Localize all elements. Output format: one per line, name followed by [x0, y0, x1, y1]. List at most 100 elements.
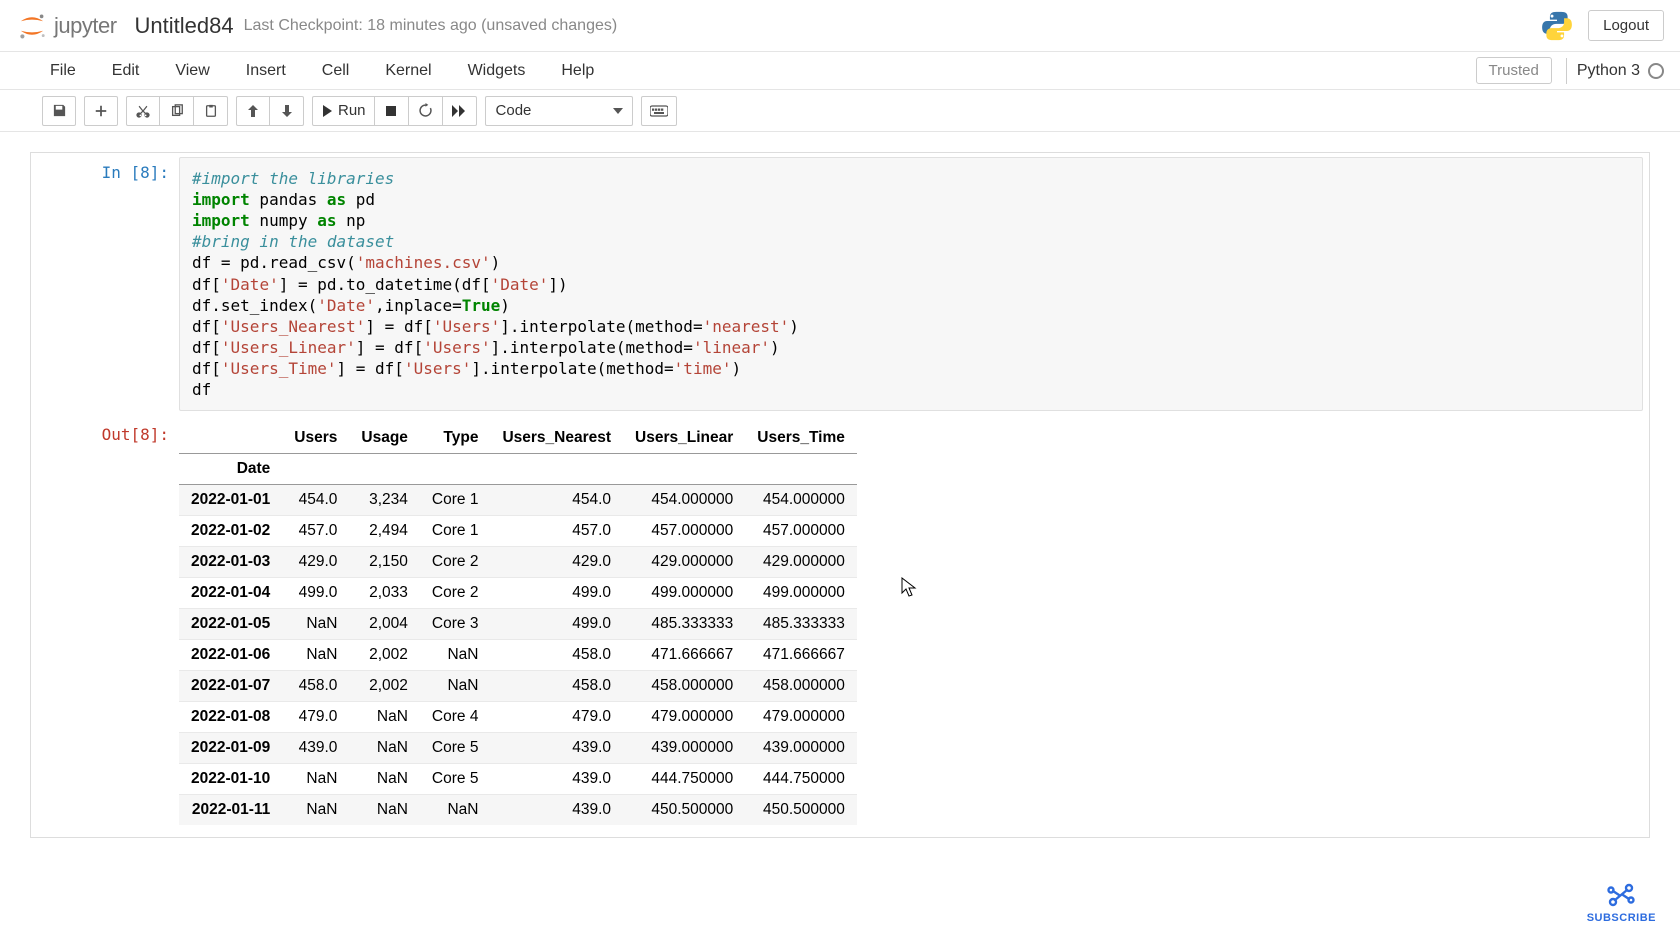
row-index: 2022-01-04 — [179, 578, 282, 609]
menu-edit[interactable]: Edit — [112, 56, 158, 86]
row-index: 2022-01-01 — [179, 485, 282, 516]
notebook-title[interactable]: Untitled84 — [135, 13, 234, 39]
cell-type-select[interactable]: CodeMarkdownRaw NBConvertHeading — [485, 96, 633, 126]
code-input[interactable]: #import the libraries import pandas as p… — [179, 157, 1643, 411]
cell-value: Core 5 — [420, 733, 491, 764]
dataframe-table: UsersUsageTypeUsers_NearestUsers_LinearU… — [179, 423, 857, 825]
table-row: 2022-01-10NaNNaNCore 5439.0444.750000444… — [179, 764, 857, 795]
cell-value: NaN — [420, 671, 491, 702]
cell-value: 2,002 — [349, 640, 420, 671]
cut-button[interactable] — [126, 96, 160, 126]
jupyter-logo-text: jupyter — [54, 13, 117, 39]
table-row: 2022-01-09439.0NaNCore 5439.0439.0000004… — [179, 733, 857, 764]
cell-value: 2,494 — [349, 516, 420, 547]
code-cell[interactable]: In [8]: #import the libraries import pan… — [30, 152, 1650, 838]
cell-value: 429.0 — [282, 547, 349, 578]
cell-value: 479.000000 — [623, 702, 745, 733]
cell-value: 444.750000 — [623, 764, 745, 795]
cell-value: 499.0 — [282, 578, 349, 609]
kernel-name[interactable]: Python 3 — [1577, 62, 1640, 80]
python-logo-icon — [1540, 9, 1574, 43]
cell-value: 439.0 — [490, 733, 623, 764]
col-header: Users_Linear — [623, 423, 745, 454]
cell-value: 471.666667 — [623, 640, 745, 671]
cell-value: 479.000000 — [745, 702, 857, 733]
cell-value: 2,002 — [349, 671, 420, 702]
cell-value: 457.000000 — [745, 516, 857, 547]
cell-value: Core 3 — [420, 609, 491, 640]
cell-value: 458.0 — [490, 671, 623, 702]
cell-value: NaN — [349, 733, 420, 764]
cell-value: 471.666667 — [745, 640, 857, 671]
subscribe-badge[interactable]: SUBSCRIBE — [1587, 880, 1656, 924]
checkpoint-status: Last Checkpoint: 18 minutes ago (unsaved… — [244, 17, 618, 35]
cell-value: 499.0 — [490, 578, 623, 609]
cell-value: 458.0 — [490, 640, 623, 671]
menu-view[interactable]: View — [175, 56, 227, 86]
restart-button[interactable] — [409, 96, 443, 126]
cell-value: 485.333333 — [623, 609, 745, 640]
cell-value: 458.0 — [282, 671, 349, 702]
interrupt-button[interactable] — [375, 96, 409, 126]
subscribe-label: SUBSCRIBE — [1587, 912, 1656, 924]
menu-help[interactable]: Help — [561, 56, 612, 86]
jupyter-logo[interactable]: jupyter — [16, 10, 117, 42]
cell-value: 485.333333 — [745, 609, 857, 640]
menu-cell[interactable]: Cell — [322, 56, 368, 86]
cell-value: NaN — [282, 609, 349, 640]
cell-value: 429.0 — [490, 547, 623, 578]
logout-button[interactable]: Logout — [1588, 10, 1664, 41]
trusted-indicator[interactable]: Trusted — [1476, 57, 1552, 84]
row-index: 2022-01-02 — [179, 516, 282, 547]
cell-value: 2,150 — [349, 547, 420, 578]
row-index: 2022-01-10 — [179, 764, 282, 795]
cell-value: 429.000000 — [623, 547, 745, 578]
menu-kernel[interactable]: Kernel — [385, 56, 449, 86]
cell-value: NaN — [282, 764, 349, 795]
paste-button[interactable] — [194, 96, 228, 126]
cell-value: Core 4 — [420, 702, 491, 733]
move-cell-down-button[interactable] — [270, 96, 304, 126]
menubar: FileEditViewInsertCellKernelWidgetsHelp … — [0, 52, 1680, 90]
save-button[interactable] — [42, 96, 76, 126]
row-index: 2022-01-05 — [179, 609, 282, 640]
restart-run-all-button[interactable] — [443, 96, 477, 126]
move-cell-up-button[interactable] — [236, 96, 270, 126]
cell-value: 458.000000 — [623, 671, 745, 702]
cell-value: NaN — [349, 702, 420, 733]
cell-value: 3,234 — [349, 485, 420, 516]
cell-value: NaN — [420, 640, 491, 671]
notebook-container: In [8]: #import the libraries import pan… — [0, 132, 1680, 858]
copy-button[interactable] — [160, 96, 194, 126]
table-row: 2022-01-05NaN2,004Core 3499.0485.3333334… — [179, 609, 857, 640]
insert-cell-below-button[interactable] — [84, 96, 118, 126]
toolbar: Run CodeMarkdownRaw NBConvertHeading — [0, 90, 1680, 132]
col-header: Type — [420, 423, 491, 454]
menu-insert[interactable]: Insert — [246, 56, 304, 86]
row-index: 2022-01-03 — [179, 547, 282, 578]
output-area: UsersUsageTypeUsers_NearestUsers_LinearU… — [179, 415, 1649, 837]
row-index: 2022-01-07 — [179, 671, 282, 702]
cell-value: NaN — [349, 764, 420, 795]
table-row: 2022-01-06NaN2,002NaN458.0471.666667471.… — [179, 640, 857, 671]
table-row: 2022-01-04499.02,033Core 2499.0499.00000… — [179, 578, 857, 609]
run-button[interactable]: Run — [312, 96, 375, 126]
cell-value: 457.0 — [282, 516, 349, 547]
cell-value: NaN — [349, 795, 420, 826]
col-header: Users — [282, 423, 349, 454]
cell-value: 479.0 — [490, 702, 623, 733]
cell-value: Core 2 — [420, 547, 491, 578]
cell-value: NaN — [282, 795, 349, 826]
row-index: 2022-01-09 — [179, 733, 282, 764]
command-palette-button[interactable] — [641, 96, 677, 126]
cell-value: 439.000000 — [623, 733, 745, 764]
cell-value: 499.000000 — [745, 578, 857, 609]
output-prompt: Out[8]: — [31, 415, 179, 837]
menu-file[interactable]: File — [50, 56, 94, 86]
menu-widgets[interactable]: Widgets — [468, 56, 544, 86]
cell-value: 2,033 — [349, 578, 420, 609]
index-name: Date — [179, 454, 282, 485]
cell-value: Core 1 — [420, 516, 491, 547]
cell-value: 499.000000 — [623, 578, 745, 609]
table-row: 2022-01-02457.02,494Core 1457.0457.00000… — [179, 516, 857, 547]
